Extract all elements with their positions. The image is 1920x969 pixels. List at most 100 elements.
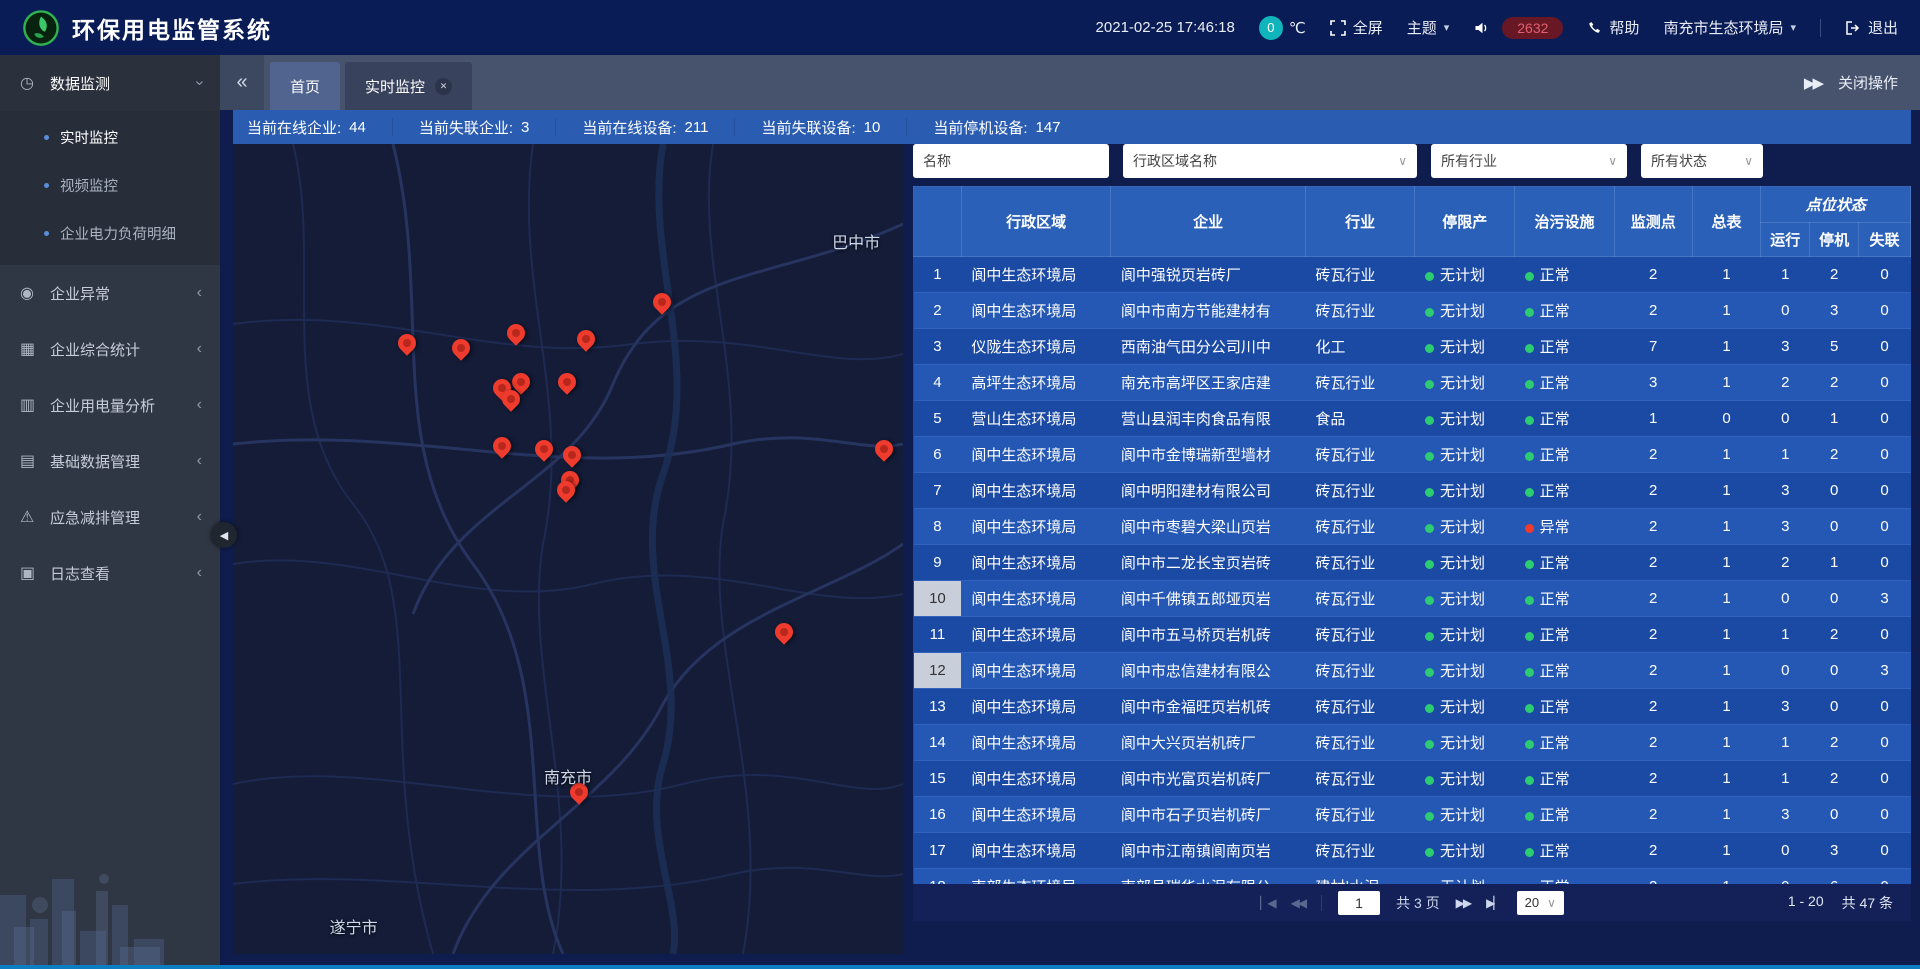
table-row[interactable]: 5营山生态环境局营山县润丰肉食品有限食品无计划正常10010 [914,401,1911,437]
cell-facility-status: 正常 [1515,581,1615,617]
tab-实时监控[interactable]: 实时监控✕ [345,62,472,110]
cell-limit-status: 无计划 [1415,545,1515,581]
page-number-input[interactable] [1338,891,1380,915]
name-search-input[interactable] [913,144,1109,178]
cell-limit-status: 无计划 [1415,833,1515,869]
map-pin[interactable] [505,321,527,349]
table-row[interactable]: 1阆中生态环境局阆中强锐页岩砖厂砖瓦行业无计划正常21120 [914,257,1911,293]
map-pin[interactable] [491,434,513,462]
table-row[interactable]: 9阆中生态环境局阆中市二龙长宝页岩砖砖瓦行业无计划正常21210 [914,545,1911,581]
cell-stop-count: 0 [1810,653,1859,689]
tab-scroll-right-button[interactable]: ▶▶ [1804,74,1824,92]
cell-facility-status: 正常 [1515,653,1615,689]
cell-stop-count: 2 [1810,617,1859,653]
industry-filter-select[interactable]: 所有行业∨ [1431,144,1627,178]
map-pin[interactable] [533,437,555,465]
col-header-index [914,187,962,257]
content-area: 巴中市南充市遂宁市 行政区域名称∨ 所有行业∨ 所有状态∨ [220,144,1920,969]
map-city-label: 南充市 [544,764,592,788]
sidebar-item-企业异常[interactable]: ◉企业异常‹ [0,265,220,321]
sidebar-subitem-视频监控[interactable]: 视频监控 [0,161,220,209]
prev-page-button[interactable]: ◀◀ [1291,896,1305,910]
sidebar-item-企业用电量分析[interactable]: ▥企业用电量分析‹ [0,377,220,433]
cell-industry: 砖瓦行业 [1305,653,1415,689]
table-row[interactable]: 11阆中生态环境局阆中市五马桥页岩机砖砖瓦行业无计划正常21120 [914,617,1911,653]
map-pin[interactable] [556,370,578,398]
table-row[interactable]: 13阆中生态环境局阆中市金福旺页岩机砖砖瓦行业无计划正常21300 [914,689,1911,725]
status-dot-icon [1525,668,1534,677]
table-row[interactable]: 15阆中生态环境局阆中市光富页岩机砖厂砖瓦行业无计划正常21120 [914,761,1911,797]
close-tab-icon[interactable]: ✕ [435,78,452,95]
status-filter-select[interactable]: 所有状态∨ [1641,144,1763,178]
map-pin[interactable] [873,437,895,465]
sidebar-item-数据监测[interactable]: ◷数据监测‹ [0,55,220,111]
logout-button[interactable]: 退出 [1845,17,1898,38]
table-row[interactable]: 8阆中生态环境局阆中市枣碧大梁山页岩砖瓦行业无计划异常21300 [914,509,1911,545]
logout-icon [1845,20,1861,36]
close-operations-button[interactable]: 关闭操作 [1838,72,1898,93]
cell-lost-count: 0 [1859,257,1911,293]
tab-首页[interactable]: 首页 [270,62,340,110]
cell-industry: 砖瓦行业 [1305,833,1415,869]
sidebar-item-企业综合统计[interactable]: ▦企业综合统计‹ [0,321,220,377]
table-row[interactable]: 6阆中生态环境局阆中市金博瑞新型墙材砖瓦行业无计划正常21120 [914,437,1911,473]
cell-run-count: 0 [1761,869,1810,885]
map-collapse-button[interactable]: ◀ [211,522,237,548]
table-row[interactable]: 7阆中生态环境局阆中明阳建材有限公司砖瓦行业无计划正常21300 [914,473,1911,509]
table-row[interactable]: 16阆中生态环境局阆中市石子页岩机砖厂砖瓦行业无计划正常21300 [914,797,1911,833]
table-row[interactable]: 2阆中生态环境局阆中市南方节能建材有砖瓦行业无计划正常21030 [914,293,1911,329]
stat-value: 211 [685,119,709,136]
table-row[interactable]: 18南部生态环境局南部县瑞华水泥有限公建材|水泥无计划正常21060 [914,869,1911,885]
sidebar-subitem-实时监控[interactable]: 实时监控 [0,113,220,161]
fullscreen-icon [1330,20,1346,36]
sidebar-subitem-企业电力负荷明细[interactable]: 企业电力负荷明细 [0,209,220,257]
status-dot-icon [1525,740,1534,749]
table-row[interactable]: 10阆中生态环境局阆中千佛镇五郎垭页岩砖瓦行业无计划正常21003 [914,581,1911,617]
cell-facility-status: 正常 [1515,761,1615,797]
status-dot-icon [1525,416,1534,425]
table-row[interactable]: 4高坪生态环境局南充市高坪区王家店建砖瓦行业无计划正常31220 [914,365,1911,401]
sidebar-item-基础数据管理[interactable]: ▤基础数据管理‹ [0,433,220,489]
sidebar-group: ▥企业用电量分析‹ [0,377,220,433]
sidebar-item-label: 企业综合统计 [50,339,197,360]
fullscreen-button[interactable]: 全屏 [1330,17,1383,38]
map-pin[interactable] [450,336,472,364]
next-page-button[interactable]: ▶▶ [1456,896,1470,910]
map-pin[interactable] [773,620,795,648]
theme-dropdown[interactable]: 主题▾ [1407,17,1450,38]
first-page-button[interactable]: ▏◀ [1260,896,1274,910]
sidebar-item-日志查看[interactable]: ▣日志查看‹ [0,545,220,601]
last-page-button[interactable]: ▶▏ [1486,896,1500,910]
table-body: 1阆中生态环境局阆中强锐页岩砖厂砖瓦行业无计划正常211202阆中生态环境局阆中… [914,257,1911,885]
cell-monitor-count: 2 [1614,689,1692,725]
cell-lost-count: 0 [1859,437,1911,473]
table-row[interactable]: 17阆中生态环境局阆中市江南镇阆南页岩砖瓦行业无计划正常21030 [914,833,1911,869]
map-pin[interactable] [500,387,522,415]
alarm-sound-button[interactable] [1473,20,1490,36]
map-pin[interactable] [575,327,597,355]
cell-monitor-count: 2 [1614,761,1692,797]
page-size-select[interactable]: 20∨ [1517,891,1564,915]
tab-scroll-left-button[interactable]: « [220,55,264,110]
map[interactable]: 巴中市南充市遂宁市 [233,144,903,954]
cell-lost-count: 0 [1859,833,1911,869]
cell-run-count: 1 [1761,437,1810,473]
org-dropdown[interactable]: 南充市生态环境局▾ [1663,17,1796,38]
cell-facility-status: 正常 [1515,617,1615,653]
alarm-count-badge[interactable]: 2632 [1502,17,1563,39]
table-row[interactable]: 14阆中生态环境局阆中大兴页岩机砖厂砖瓦行业无计划正常21120 [914,725,1911,761]
sidebar: ◷数据监测‹实时监控视频监控企业电力负荷明细 ◉企业异常‹▦企业综合统计‹▥企业用… [0,55,220,969]
help-button[interactable]: 帮助 [1587,17,1639,38]
map-pin[interactable] [651,290,673,318]
map-pin[interactable] [555,478,577,506]
energy-analysis-icon: ▥ [20,395,50,415]
map-pin[interactable] [396,331,418,359]
cell-run-count: 3 [1761,473,1810,509]
col-header-master: 总表 [1692,187,1761,257]
cell-run-count: 3 [1761,797,1810,833]
table-row[interactable]: 12阆中生态环境局阆中市忠信建材有限公砖瓦行业无计划正常21003 [914,653,1911,689]
table-row[interactable]: 3仪陇生态环境局西南油气田分公司川中化工无计划正常71350 [914,329,1911,365]
sidebar-item-应急减排管理[interactable]: ⚠应急减排管理‹ [0,489,220,545]
region-filter-select[interactable]: 行政区域名称∨ [1123,144,1417,178]
cell-industry: 化工 [1305,329,1415,365]
